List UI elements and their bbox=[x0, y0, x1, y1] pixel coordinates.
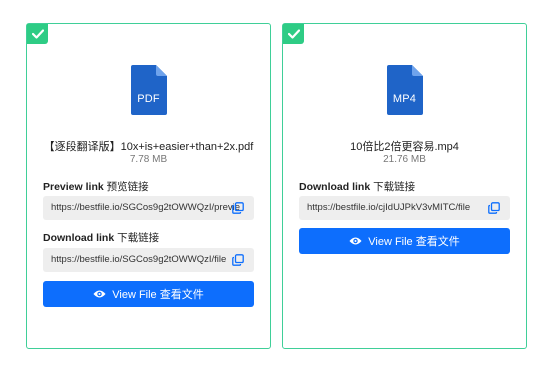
eye-icon bbox=[349, 237, 362, 245]
file-name: 【逐段翻译版】10x+is+easier+than+2x.pdf bbox=[43, 141, 254, 153]
view-file-label: View File 查看文件 bbox=[112, 289, 204, 301]
preview-link-field[interactable]: https://bestfile.io/SGCos9g2tOWWQzI/prev… bbox=[43, 196, 254, 220]
copy-icon[interactable] bbox=[232, 254, 244, 266]
file-size: 7.78 MB bbox=[129, 154, 168, 165]
file-name: 10倍比2倍更容易.mp4 bbox=[350, 141, 459, 153]
check-icon bbox=[287, 29, 300, 39]
download-link-label-en: Download link bbox=[43, 232, 115, 244]
copy-icon[interactable] bbox=[232, 202, 244, 214]
download-link-label-cn: 下载链接 bbox=[373, 181, 416, 193]
preview-link-url: https://bestfile.io/SGCos9g2tOWWQzI/prev… bbox=[51, 202, 241, 213]
download-link-label-cn: 下载链接 bbox=[117, 232, 160, 244]
file-icon: MP4 bbox=[386, 65, 423, 115]
preview-link-label: Preview link 预览链接 bbox=[43, 179, 149, 194]
copy-icon[interactable] bbox=[488, 202, 500, 214]
preview-link-label-en: Preview link bbox=[43, 181, 104, 193]
download-link-field[interactable]: https://bestfile.io/cjIdUJPkV3vMITC/file bbox=[299, 196, 510, 220]
file-type-label: MP4 bbox=[392, 93, 417, 105]
download-link-url: https://bestfile.io/SGCos9g2tOWWQzI/file bbox=[51, 254, 227, 265]
download-link-label: Download link 下载链接 bbox=[43, 230, 159, 245]
download-link-field[interactable]: https://bestfile.io/SGCos9g2tOWWQzI/file bbox=[43, 248, 254, 272]
download-link-url: https://bestfile.io/cjIdUJPkV3vMITC/file bbox=[307, 202, 471, 213]
file-type-label: PDF bbox=[137, 93, 160, 105]
view-file-button[interactable]: View File 查看文件 bbox=[299, 228, 510, 254]
check-icon bbox=[31, 29, 44, 39]
selected-check-badge[interactable] bbox=[27, 24, 48, 44]
file-card-pdf: PDF 【逐段翻译版】10x+is+easier+than+2x.pdf 7.7… bbox=[26, 23, 271, 349]
file-size: 21.76 MB bbox=[383, 154, 426, 165]
preview-link-label-cn: 预览链接 bbox=[106, 181, 149, 193]
download-link-label-en: Download link bbox=[299, 181, 371, 193]
view-file-label: View File 查看文件 bbox=[368, 236, 460, 248]
eye-icon bbox=[93, 290, 106, 298]
file-card-mp4: MP4 10倍比2倍更容易.mp4 21.76 MB Download link… bbox=[282, 23, 527, 349]
view-file-button[interactable]: View File 查看文件 bbox=[43, 281, 254, 307]
file-icon: PDF bbox=[130, 65, 167, 115]
download-link-label: Download link 下载链接 bbox=[299, 179, 415, 194]
selected-check-badge[interactable] bbox=[283, 24, 304, 44]
